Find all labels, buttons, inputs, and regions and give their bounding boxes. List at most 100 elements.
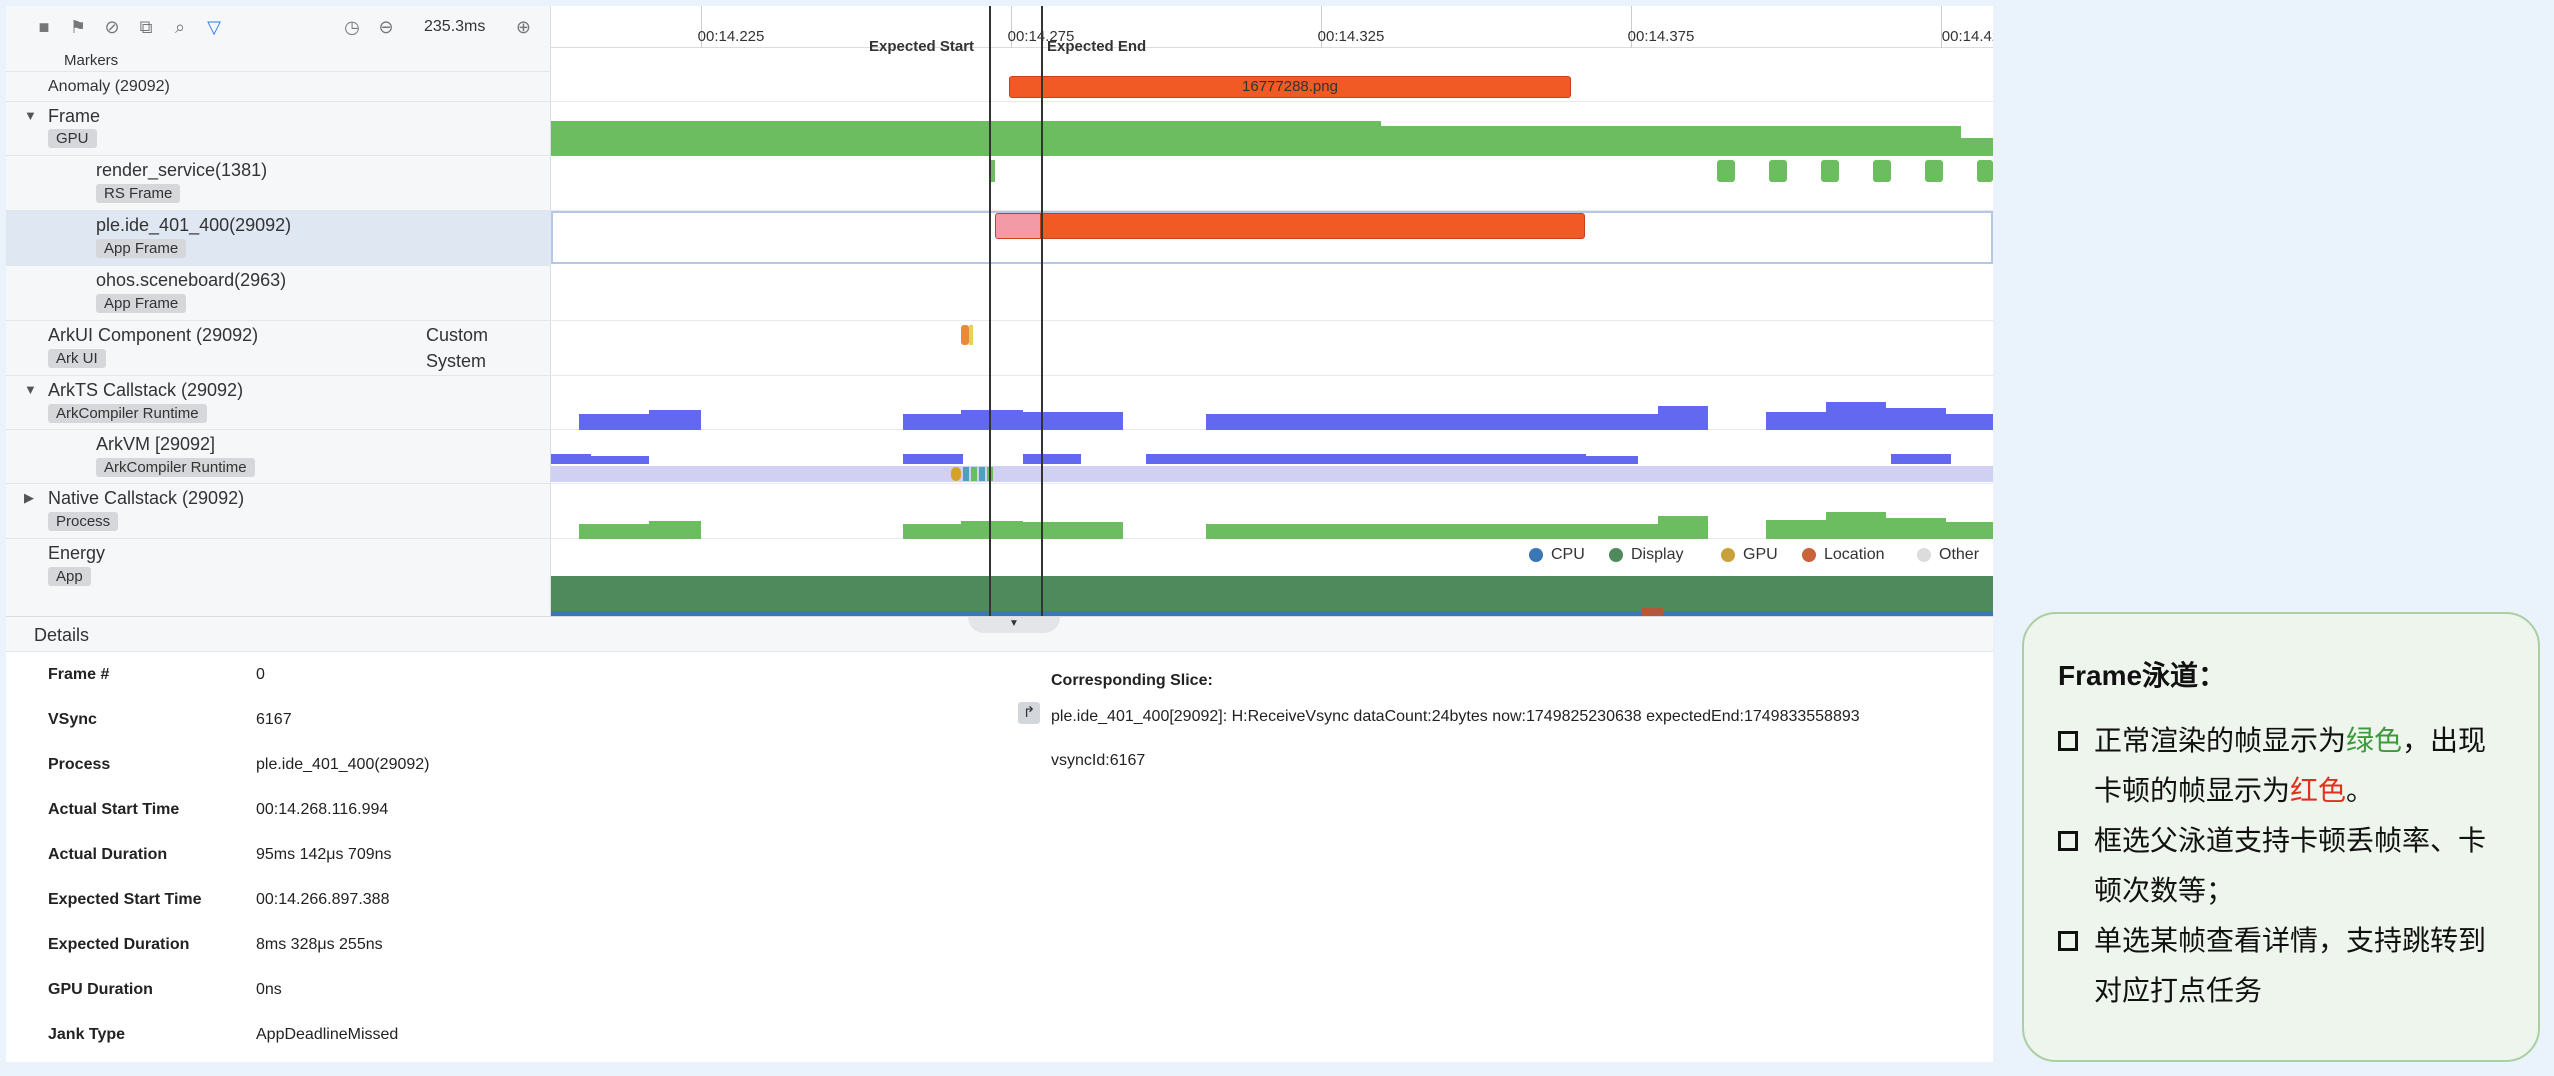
rs-frame-block[interactable]	[1769, 160, 1787, 182]
legend-label: CPU	[1551, 546, 1585, 563]
callstack-block[interactable]	[903, 524, 961, 539]
callstack-block[interactable]	[1023, 454, 1081, 464]
reset-zoom-icon[interactable]: ◷	[342, 17, 362, 37]
energy-row[interactable]: Energy App	[6, 539, 551, 616]
note-text-part: 正常渲染的帧显示为	[2094, 725, 2347, 756]
note-item: 单选某帧查看详情，支持跳转到对应打点任务	[2058, 916, 2504, 1016]
native-row[interactable]: ▶ Native Callstack (29092) Process	[6, 484, 551, 539]
collapse-handle-icon[interactable]: ▼	[968, 617, 1060, 633]
callstack-block[interactable]	[1658, 406, 1708, 430]
expand-caret-icon[interactable]: ▼	[24, 382, 37, 397]
callstack-block[interactable]	[649, 521, 701, 539]
rs-frame-block[interactable]	[1873, 160, 1891, 182]
arkvm-row[interactable]: ArkVM [29092] ArkCompiler Runtime	[6, 430, 551, 484]
callstack-block[interactable]	[1586, 524, 1658, 539]
search-icon[interactable]: ⌕	[170, 17, 190, 37]
callstack-block[interactable]	[1946, 522, 1993, 539]
callstack-block[interactable]	[961, 410, 1023, 430]
anomaly-slice[interactable]: 16777288.png	[1009, 76, 1571, 98]
time-ruler[interactable]: 00:14.225 00:14.275 00:14.325 00:14.375 …	[551, 6, 1993, 48]
capture-icon[interactable]: ⧉	[136, 17, 156, 37]
callstack-block[interactable]	[1206, 524, 1586, 539]
time-range-readout: 235.3ms	[424, 18, 486, 35]
callstack-block[interactable]	[1206, 414, 1586, 430]
callstack-block[interactable]	[1826, 512, 1886, 539]
callstack-block[interactable]	[903, 414, 961, 430]
arkts-lane	[551, 376, 1993, 430]
arkvm-marker[interactable]	[971, 467, 977, 481]
arkvm-tag: ArkCompiler Runtime	[96, 458, 255, 477]
arkui-component-block[interactable]	[969, 325, 973, 345]
zoom-out-icon[interactable]: ⊖	[376, 17, 396, 37]
jump-to-slice-icon[interactable]: ↱	[1018, 702, 1040, 724]
detail-value: 0	[256, 666, 265, 683]
callstack-block[interactable]	[961, 521, 1023, 539]
callstack-block[interactable]	[1766, 412, 1826, 430]
detail-key: VSync	[48, 711, 97, 728]
rs-frame-block[interactable]	[1977, 160, 1993, 182]
block-circle-icon[interactable]: ⊘	[102, 17, 122, 37]
energy-display-band[interactable]	[551, 576, 1993, 616]
janky-frame-slice[interactable]	[1041, 213, 1585, 239]
rs-frame-block[interactable]	[1717, 160, 1735, 182]
callstack-block[interactable]	[1946, 414, 1993, 430]
callstack-block[interactable]	[1023, 522, 1123, 539]
legend-swatch	[1529, 548, 1543, 562]
arkui-row[interactable]: ArkUI Component (29092) Ark UI Custom Sy…	[6, 321, 551, 376]
corresponding-slice-text: ple.ide_401_400[29092]: H:ReceiveVsync d…	[1051, 708, 1860, 725]
energy-legend-location: Location	[1802, 546, 1885, 564]
callstack-block[interactable]	[579, 524, 649, 539]
note-text: 正常渲染的帧显示为绿色，出现卡顿的帧显示为红色。	[2094, 716, 2504, 816]
callstack-block[interactable]	[1586, 456, 1638, 464]
arkts-row[interactable]: ▼ ArkTS Callstack (29092) ArkCompiler Ru…	[6, 376, 551, 430]
expected-start-line	[989, 6, 991, 616]
gpu-frame-block[interactable]	[1961, 138, 1993, 156]
tick-label: 00:14.325	[1317, 28, 1385, 45]
gpu-frame-block[interactable]	[1381, 126, 1961, 156]
rs-frame-block[interactable]	[1925, 160, 1943, 182]
legend-label: GPU	[1743, 546, 1778, 563]
frame-row[interactable]: ▼ Frame GPU	[6, 102, 551, 156]
zoom-in-icon[interactable]: ⊕	[513, 17, 533, 37]
rs-frame-block[interactable]	[1821, 160, 1839, 182]
arkvm-marker[interactable]	[951, 467, 961, 481]
callstack-block[interactable]	[551, 454, 591, 464]
app-frame-row[interactable]: ple.ide_401_400(29092) App Frame	[6, 211, 551, 266]
app-frame-tag: App Frame	[96, 239, 187, 258]
sceneboard-row[interactable]: ohos.sceneboard(2963) App Frame	[6, 266, 551, 321]
arkts-tag: ArkCompiler Runtime	[48, 404, 207, 423]
callstack-block[interactable]	[591, 456, 649, 464]
callstack-block[interactable]	[1826, 402, 1886, 430]
tick-label: 00:14.42	[1941, 28, 1993, 45]
details-header: Details ▼	[6, 616, 1993, 652]
expected-frame-slice[interactable]	[995, 213, 1041, 239]
anomaly-row[interactable]: Anomaly (29092)	[6, 72, 551, 102]
callstack-block[interactable]	[1886, 408, 1946, 430]
arkvm-marker[interactable]	[963, 467, 969, 481]
expand-caret-icon[interactable]: ▶	[24, 490, 34, 506]
arkvm-marker[interactable]	[979, 467, 985, 481]
callstack-block[interactable]	[903, 454, 963, 464]
render-service-row[interactable]: render_service(1381) RS Frame	[6, 156, 551, 211]
callstack-block[interactable]	[649, 410, 701, 430]
callstack-block[interactable]	[1886, 518, 1946, 539]
callstack-block[interactable]	[1766, 520, 1826, 539]
callstack-block[interactable]	[1658, 516, 1708, 539]
stop-square-icon[interactable]: ■	[34, 17, 54, 37]
gpu-frame-block[interactable]	[551, 121, 1381, 156]
frame-gpu-lane	[551, 102, 1993, 156]
callstack-block[interactable]	[1023, 412, 1123, 430]
detail-row: VSync 6167	[6, 711, 1006, 741]
callstack-block[interactable]	[1586, 414, 1658, 430]
legend-label: Other	[1939, 546, 1980, 563]
arkui-component-block[interactable]	[961, 325, 969, 345]
callstack-block[interactable]	[1146, 454, 1586, 464]
timeline-canvas[interactable]: 00:14.225 00:14.275 00:14.325 00:14.375 …	[551, 6, 1993, 616]
callstack-block[interactable]	[579, 414, 649, 430]
arkvm-runtime-band[interactable]	[551, 466, 1993, 482]
filter-icon[interactable]: ▽	[204, 17, 224, 37]
expand-caret-icon[interactable]: ▼	[24, 108, 37, 123]
flag-icon[interactable]: ⚑	[68, 17, 88, 37]
callstack-block[interactable]	[1891, 454, 1951, 464]
arkui-label: ArkUI Component (29092)	[48, 325, 259, 345]
